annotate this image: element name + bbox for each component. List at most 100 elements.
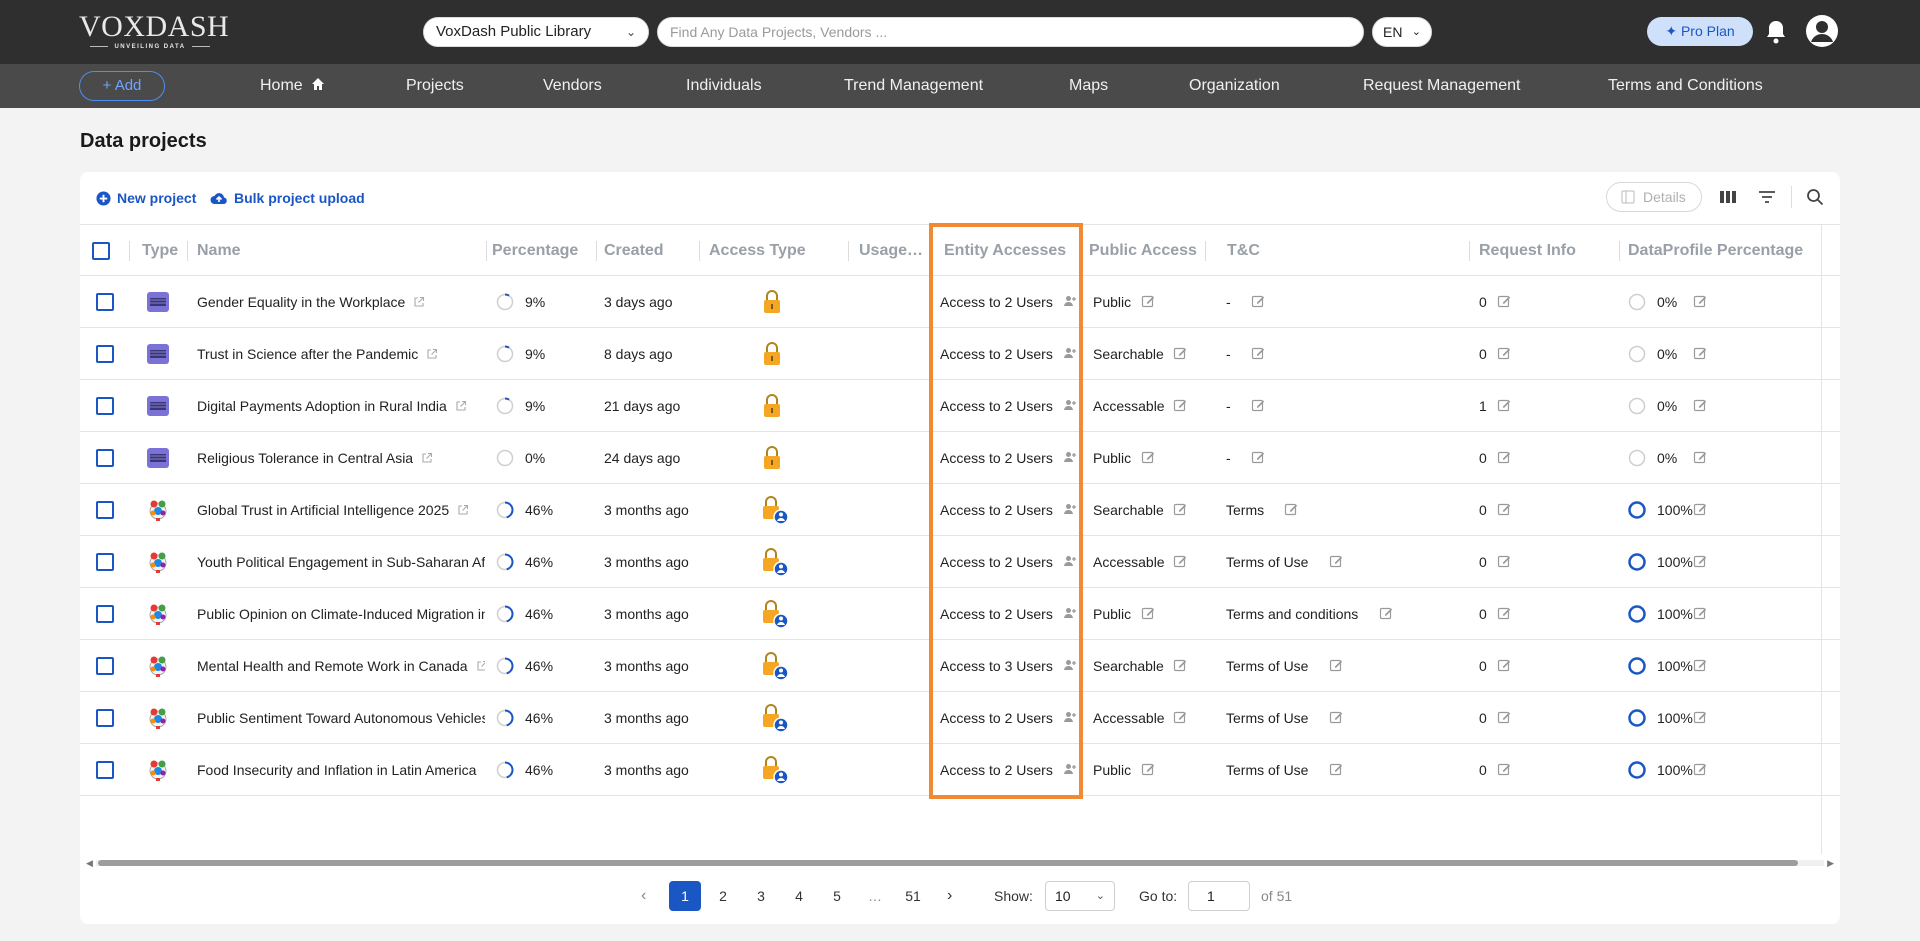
column-header-entity-accesses[interactable]: Entity Accesses bbox=[944, 225, 1066, 277]
edit-icon[interactable] bbox=[1284, 502, 1298, 516]
add-user-icon[interactable] bbox=[1063, 762, 1077, 776]
entity-access-value[interactable]: Access to 2 Users bbox=[940, 380, 1053, 432]
external-link-icon[interactable] bbox=[455, 381, 467, 411]
column-header-dataprofile-percentage[interactable]: DataProfile Percentage bbox=[1628, 225, 1803, 277]
entity-access-value[interactable]: Access to 2 Users bbox=[940, 744, 1053, 796]
edit-icon[interactable] bbox=[1329, 658, 1343, 672]
row-checkbox[interactable] bbox=[96, 501, 114, 519]
bell-icon[interactable] bbox=[1764, 19, 1788, 45]
edit-icon[interactable] bbox=[1693, 658, 1707, 672]
external-link-icon[interactable] bbox=[413, 277, 425, 307]
row-checkbox[interactable] bbox=[96, 345, 114, 363]
pro-plan-button[interactable]: ✦ Pro Plan bbox=[1647, 17, 1753, 46]
edit-icon[interactable] bbox=[1251, 346, 1265, 360]
nav-vendors[interactable]: Vendors bbox=[543, 64, 602, 108]
prev-page-icon[interactable]: ‹ bbox=[641, 881, 646, 911]
add-user-icon[interactable] bbox=[1063, 606, 1077, 620]
edit-icon[interactable] bbox=[1173, 658, 1187, 672]
external-link-icon[interactable] bbox=[421, 433, 433, 463]
edit-icon[interactable] bbox=[1497, 762, 1511, 776]
page-1-button[interactable]: 1 bbox=[669, 881, 701, 911]
entity-access-value[interactable]: Access to 2 Users bbox=[940, 328, 1053, 380]
add-user-icon[interactable] bbox=[1063, 658, 1077, 672]
entity-access-value[interactable]: Access to 2 Users bbox=[940, 276, 1053, 328]
edit-icon[interactable] bbox=[1173, 554, 1187, 568]
column-header-usage[interactable]: Usage… bbox=[859, 225, 925, 277]
page-size-select[interactable]: 10 ⌄ bbox=[1045, 881, 1115, 911]
row-checkbox[interactable] bbox=[96, 553, 114, 571]
table-row[interactable]: Digital Payments Adoption in Rural India… bbox=[80, 380, 1840, 432]
edit-icon[interactable] bbox=[1329, 554, 1343, 568]
lock-user-icon[interactable] bbox=[760, 755, 790, 788]
add-user-icon[interactable] bbox=[1063, 346, 1077, 360]
page-51-button[interactable]: 51 bbox=[897, 881, 929, 911]
language-select[interactable]: EN ⌄ bbox=[1372, 17, 1432, 47]
lock-user-icon[interactable] bbox=[760, 599, 790, 632]
edit-icon[interactable] bbox=[1173, 346, 1187, 360]
column-header-access-type[interactable]: Access Type bbox=[709, 225, 806, 277]
columns-icon[interactable] bbox=[1718, 187, 1738, 207]
project-name-cell[interactable]: Food Insecurity and Inflation in Latin A… bbox=[197, 744, 485, 796]
entity-access-value[interactable]: Access to 2 Users bbox=[940, 588, 1053, 640]
edit-icon[interactable] bbox=[1173, 398, 1187, 412]
table-row[interactable]: Mental Health and Remote Work in Canada … bbox=[80, 640, 1840, 692]
row-checkbox[interactable] bbox=[96, 709, 114, 727]
external-link-icon[interactable] bbox=[457, 485, 469, 515]
edit-icon[interactable] bbox=[1497, 346, 1511, 360]
nav-projects[interactable]: Projects bbox=[406, 64, 464, 108]
next-page-icon[interactable]: › bbox=[947, 881, 952, 911]
edit-icon[interactable] bbox=[1497, 398, 1511, 412]
edit-icon[interactable] bbox=[1141, 294, 1155, 308]
edit-icon[interactable] bbox=[1379, 606, 1393, 620]
edit-icon[interactable] bbox=[1497, 502, 1511, 516]
table-row[interactable]: Food Insecurity and Inflation in Latin A… bbox=[80, 744, 1840, 796]
table-row[interactable]: Public Opinion on Climate-Induced Migrat… bbox=[80, 588, 1840, 640]
nav-home[interactable]: Home bbox=[260, 64, 325, 108]
edit-icon[interactable] bbox=[1693, 294, 1707, 308]
edit-icon[interactable] bbox=[1497, 294, 1511, 308]
project-name-cell[interactable]: Gender Equality in the Workplace bbox=[197, 276, 485, 328]
lock-user-icon[interactable] bbox=[760, 547, 790, 580]
page-3-button[interactable]: 3 bbox=[745, 881, 777, 911]
library-select[interactable]: VoxDash Public Library ⌄ bbox=[423, 17, 649, 47]
table-row[interactable]: Global Trust in Artificial Intelligence … bbox=[80, 484, 1840, 536]
add-user-icon[interactable] bbox=[1063, 710, 1077, 724]
entity-access-value[interactable]: Access to 2 Users bbox=[940, 432, 1053, 484]
bulk-upload-button[interactable]: Bulk project upload bbox=[210, 190, 365, 206]
column-header-type[interactable]: Type bbox=[142, 225, 178, 277]
scroll-right-icon[interactable]: ▶ bbox=[1827, 858, 1834, 868]
page-5-button[interactable]: 5 bbox=[821, 881, 853, 911]
details-button[interactable]: Details bbox=[1606, 182, 1702, 212]
nav-individuals[interactable]: Individuals bbox=[686, 64, 762, 108]
lock-user-icon[interactable] bbox=[760, 495, 790, 528]
search-icon[interactable] bbox=[1805, 187, 1825, 207]
column-header-name[interactable]: Name bbox=[197, 225, 241, 277]
add-user-icon[interactable] bbox=[1063, 450, 1077, 464]
edit-icon[interactable] bbox=[1693, 606, 1707, 620]
row-checkbox[interactable] bbox=[96, 449, 114, 467]
edit-icon[interactable] bbox=[1693, 398, 1707, 412]
add-user-icon[interactable] bbox=[1063, 502, 1077, 516]
column-header-percentage[interactable]: Percentage bbox=[492, 225, 578, 277]
nav-maps[interactable]: Maps bbox=[1069, 64, 1108, 108]
table-row[interactable]: Youth Political Engagement in Sub-Sahara… bbox=[80, 536, 1840, 588]
project-name-cell[interactable]: Global Trust in Artificial Intelligence … bbox=[197, 484, 485, 536]
project-name-cell[interactable]: Public Sentiment Toward Autonomous Vehic… bbox=[197, 692, 485, 744]
edit-icon[interactable] bbox=[1497, 606, 1511, 620]
edit-icon[interactable] bbox=[1693, 502, 1707, 516]
project-name-cell[interactable]: Digital Payments Adoption in Rural India bbox=[197, 380, 485, 432]
edit-icon[interactable] bbox=[1693, 450, 1707, 464]
nav-trend-management[interactable]: Trend Management bbox=[844, 64, 983, 108]
edit-icon[interactable] bbox=[1693, 762, 1707, 776]
project-name-cell[interactable]: Mental Health and Remote Work in Canada bbox=[197, 640, 485, 692]
entity-access-value[interactable]: Access to 2 Users bbox=[940, 484, 1053, 536]
column-header-public-access[interactable]: Public Access bbox=[1089, 225, 1197, 277]
row-checkbox[interactable] bbox=[96, 293, 114, 311]
edit-icon[interactable] bbox=[1251, 294, 1265, 308]
add-user-icon[interactable] bbox=[1063, 398, 1077, 412]
entity-access-value[interactable]: Access to 2 Users bbox=[940, 536, 1053, 588]
external-link-icon[interactable] bbox=[476, 641, 485, 671]
project-name-cell[interactable]: Trust in Science after the Pandemic bbox=[197, 328, 485, 380]
row-checkbox[interactable] bbox=[96, 605, 114, 623]
edit-icon[interactable] bbox=[1497, 710, 1511, 724]
